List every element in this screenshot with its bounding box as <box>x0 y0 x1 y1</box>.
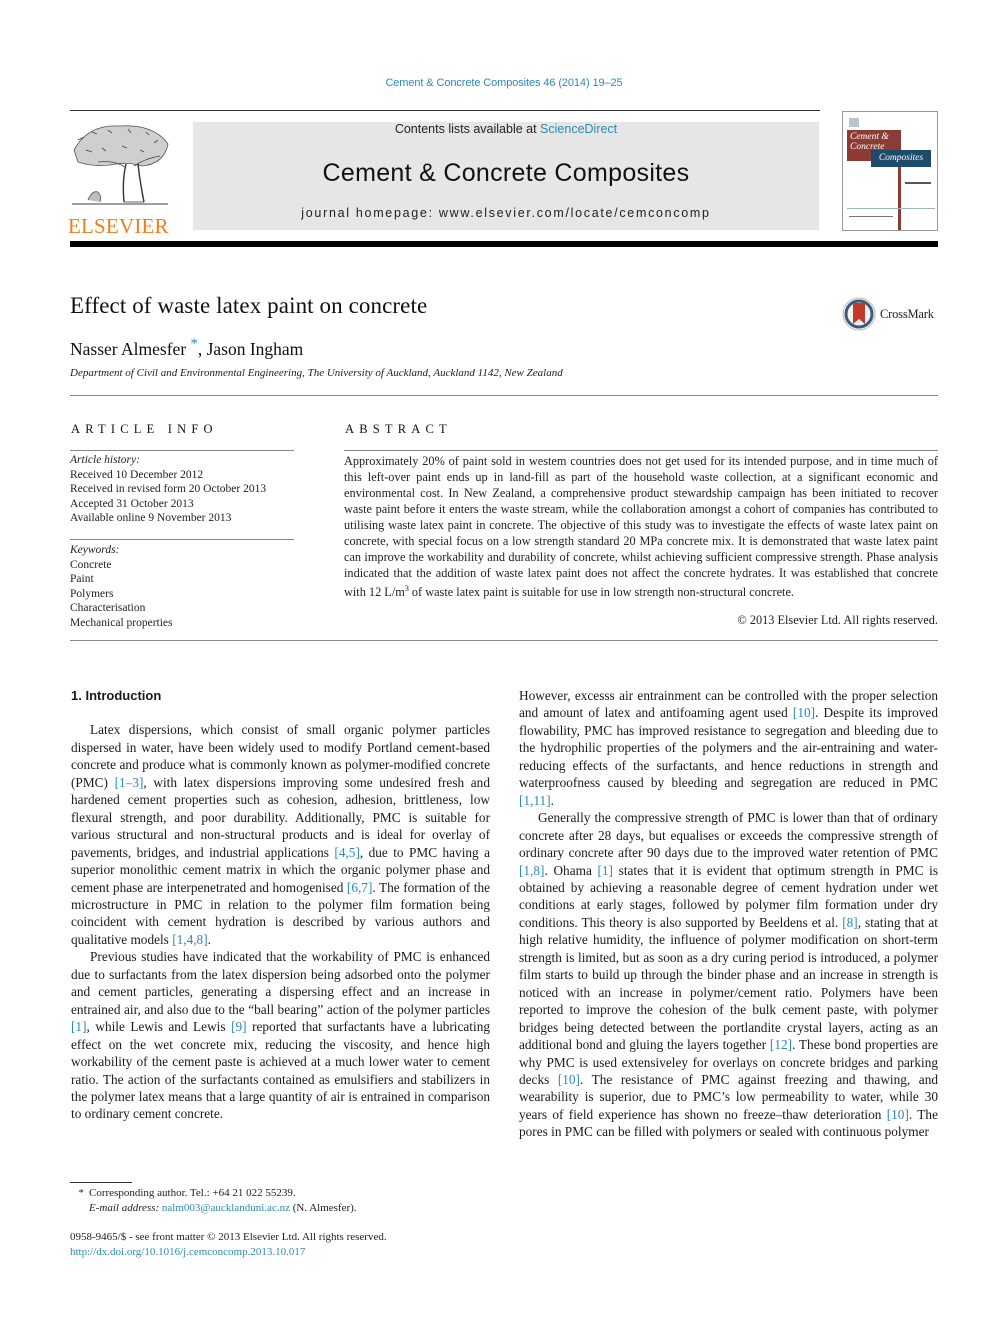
elsevier-logo[interactable]: ELSEVIER <box>68 120 174 237</box>
keywords-rule <box>70 539 294 540</box>
masthead-thick-rule <box>70 241 938 247</box>
author-affiliation: Department of Civil and Environmental En… <box>70 367 563 379</box>
citation-link[interactable]: [1,4,8] <box>172 932 207 947</box>
keyword-item: Concrete <box>70 558 112 571</box>
abstract-body-end: of waste latex paint is suitable for use… <box>408 585 795 600</box>
keywords: Keywords: Concrete Paint Polymers Charac… <box>70 543 294 630</box>
article-history: Article history: Received 10 December 20… <box>70 453 294 526</box>
citation-link[interactable]: [1] <box>597 863 613 878</box>
journal-title: Cement & Concrete Composites <box>322 159 690 187</box>
header-rule <box>70 110 820 111</box>
body-text: Previous studies have indicated that the… <box>71 949 490 1017</box>
cover-title-line1: Cement & <box>850 132 889 142</box>
abstract-rule <box>344 450 938 451</box>
body-paragraph: Generally the compressive strength of PM… <box>519 809 938 1141</box>
cover-footer-text <box>849 216 893 217</box>
body-text: . <box>550 792 554 808</box>
citation-link[interactable]: [10] <box>793 705 815 720</box>
sciencedirect-link[interactable]: ScienceDirect <box>540 122 617 136</box>
cover-small-text <box>905 182 931 184</box>
body-column-right: However, excesss air entrainment can be … <box>519 687 938 1141</box>
crossmark-label: CrossMark <box>880 306 934 321</box>
crossmark-badge[interactable]: CrossMark <box>842 297 934 331</box>
citation-link[interactable]: [1,8] <box>519 863 544 878</box>
citation-link[interactable]: [4,5] <box>334 845 359 860</box>
email-link[interactable]: nalm003@aucklanduni.ac.nz <box>162 1202 290 1214</box>
body-column-left: 1. Introduction Latex dispersions, which… <box>71 687 490 1123</box>
citation-link[interactable]: [10] <box>887 1107 909 1122</box>
body-text: . Ohama <box>544 862 598 878</box>
body-text: . <box>207 931 211 947</box>
keyword-item: Paint <box>70 573 94 585</box>
history-item: Accepted 31 October 2013 <box>70 497 194 510</box>
body-paragraph: Latex dispersions, which consist of smal… <box>71 721 490 948</box>
body-paragraph: Previous studies have indicated that the… <box>71 948 490 1123</box>
doi-link[interactable]: http://dx.doi.org/10.1016/j.cemconcomp.2… <box>70 1245 387 1260</box>
author-list: Nasser Almesfer *, Jason Ingham <box>70 336 303 360</box>
corresponding-author-footnote: * Corresponding author. Tel.: +64 21 022 … <box>70 1186 357 1215</box>
abstract-copyright: © 2013 Elsevier Ltd. All rights reserved… <box>737 613 938 627</box>
history-item: Received 10 December 2012 <box>70 468 204 481</box>
author-separator: , <box>197 338 207 359</box>
body-text: , while Lewis and Lewis <box>86 1019 232 1035</box>
email-label: E-mail address: <box>89 1201 160 1214</box>
footnote-rule <box>70 1182 132 1183</box>
abstract-heading: ABSTRACT <box>345 422 452 436</box>
cover-rule <box>847 208 935 209</box>
article-title: Effect of waste latex paint on concrete <box>70 293 428 318</box>
issn-line: 0958-9465/$ - see front matter © 2013 El… <box>70 1231 387 1243</box>
history-item: Available online 9 November 2013 <box>70 512 232 524</box>
article-info-rule <box>70 450 294 451</box>
contents-line: Contents lists available at ScienceDirec… <box>193 122 819 136</box>
keyword-item: Polymers <box>70 587 114 600</box>
abstract-body: Approximately 20% of paint sold in weste… <box>344 454 938 600</box>
cover-subtitle-block: Composites <box>871 150 931 167</box>
citation-link[interactable]: [9] <box>231 1019 247 1034</box>
contents-prefix: Contents lists available at <box>394 122 541 136</box>
citation-link[interactable]: [8] <box>842 915 858 930</box>
crossmark-icon <box>842 297 876 331</box>
keyword-item: Mechanical properties <box>70 616 173 629</box>
citation-link[interactable]: [12] <box>770 1037 792 1052</box>
citation-link[interactable]: [6,7] <box>347 880 372 895</box>
history-item: Received in revised form 20 October 2013 <box>70 483 267 495</box>
email-suffix: (N. Almesfer). <box>289 1201 357 1214</box>
body-text: . The resistance of PMC against freezing… <box>519 1071 938 1122</box>
abstract-text: Approximately 20% of paint sold in weste… <box>344 453 938 600</box>
abstract-divider <box>70 640 938 641</box>
footnote-mark: * <box>78 1187 85 1199</box>
journal-homepage-link[interactable]: journal homepage: www.elsevier.com/locat… <box>193 206 819 220</box>
body-text: Generally the compressive strength of PM… <box>519 810 938 861</box>
section-heading: 1. Introduction <box>71 688 162 703</box>
keywords-label: Keywords: <box>70 544 120 556</box>
body-text: reported that surfactants have a lubrica… <box>71 1019 490 1122</box>
citation-link[interactable]: [1,11] <box>519 793 551 808</box>
cover-publisher-icon <box>849 118 859 127</box>
article-info-heading: ARTICLE INFO <box>71 422 218 436</box>
author-name[interactable]: Nasser Almesfer <box>70 339 186 359</box>
elsevier-wordmark: ELSEVIER <box>68 214 169 238</box>
author-name[interactable]: Jason Ingham <box>207 339 304 359</box>
journal-cover-thumbnail[interactable]: Cement & Concrete Composites <box>842 111 938 231</box>
corresponding-author-mark[interactable]: * <box>191 336 198 352</box>
elsevier-tree-icon <box>72 125 169 205</box>
keyword-item: Characterisation <box>70 602 146 614</box>
publication-footer: 0958-9465/$ - see front matter © 2013 El… <box>70 1230 387 1259</box>
body-text: , stating that at high relative humidity… <box>519 914 938 1053</box>
journal-citation-link[interactable]: Cement & Concrete Composites 46 (2014) 1… <box>0 77 992 89</box>
corresponding-author-text: Corresponding author. Tel.: +64 21 022 5… <box>89 1187 296 1199</box>
citation-link[interactable]: [1] <box>71 1019 87 1034</box>
citation-link[interactable]: [1–3] <box>115 775 144 790</box>
body-paragraph: However, excesss air entrainment can be … <box>519 687 938 809</box>
journal-masthead: Contents lists available at ScienceDirec… <box>193 122 819 230</box>
article-history-label: Article history: <box>70 454 140 466</box>
citation-link[interactable]: [10] <box>558 1072 580 1087</box>
title-divider <box>70 395 938 396</box>
